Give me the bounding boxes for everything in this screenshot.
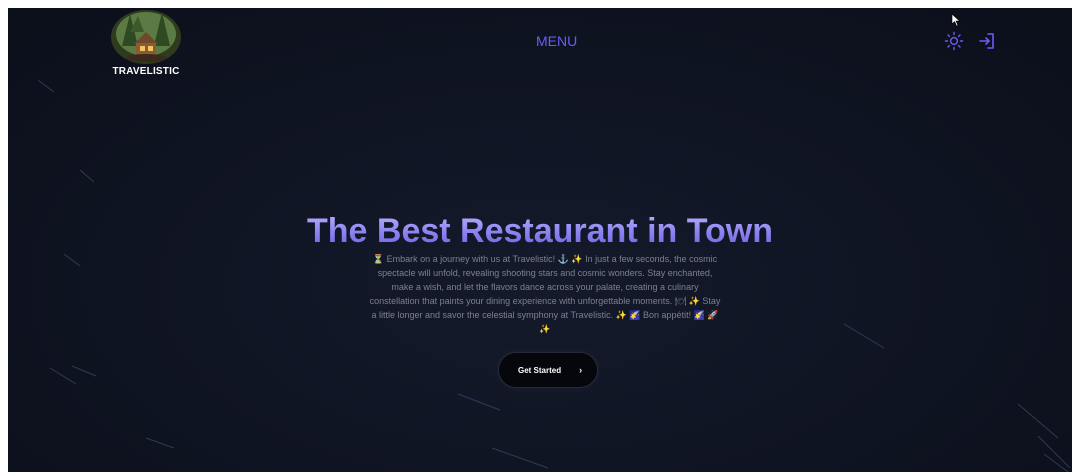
mouse-cursor-icon — [951, 13, 961, 27]
chevron-right-icon: › — [579, 365, 583, 375]
get-started-label: Get Started — [518, 365, 562, 375]
login-icon — [979, 33, 994, 49]
sun-icon — [944, 31, 964, 51]
login-button[interactable] — [977, 31, 997, 51]
menu-link[interactable]: MENU — [536, 33, 577, 49]
hero-title: The Best Restaurant in Town — [8, 212, 1072, 251]
cabin-logo-icon — [111, 10, 181, 64]
get-started-button[interactable]: Get Started › — [498, 352, 598, 388]
page-viewport: TRAVELISTIC MENU The Best Restaurant in … — [8, 8, 1072, 472]
hero-description: ⏳ Embark on a journey with us at Traveli… — [369, 254, 721, 334]
brand-logo[interactable]: TRAVELISTIC — [104, 8, 188, 84]
theme-toggle-button[interactable] — [944, 31, 964, 51]
site-header: TRAVELISTIC MENU — [8, 8, 1072, 88]
brand-name: TRAVELISTIC — [112, 66, 180, 77]
